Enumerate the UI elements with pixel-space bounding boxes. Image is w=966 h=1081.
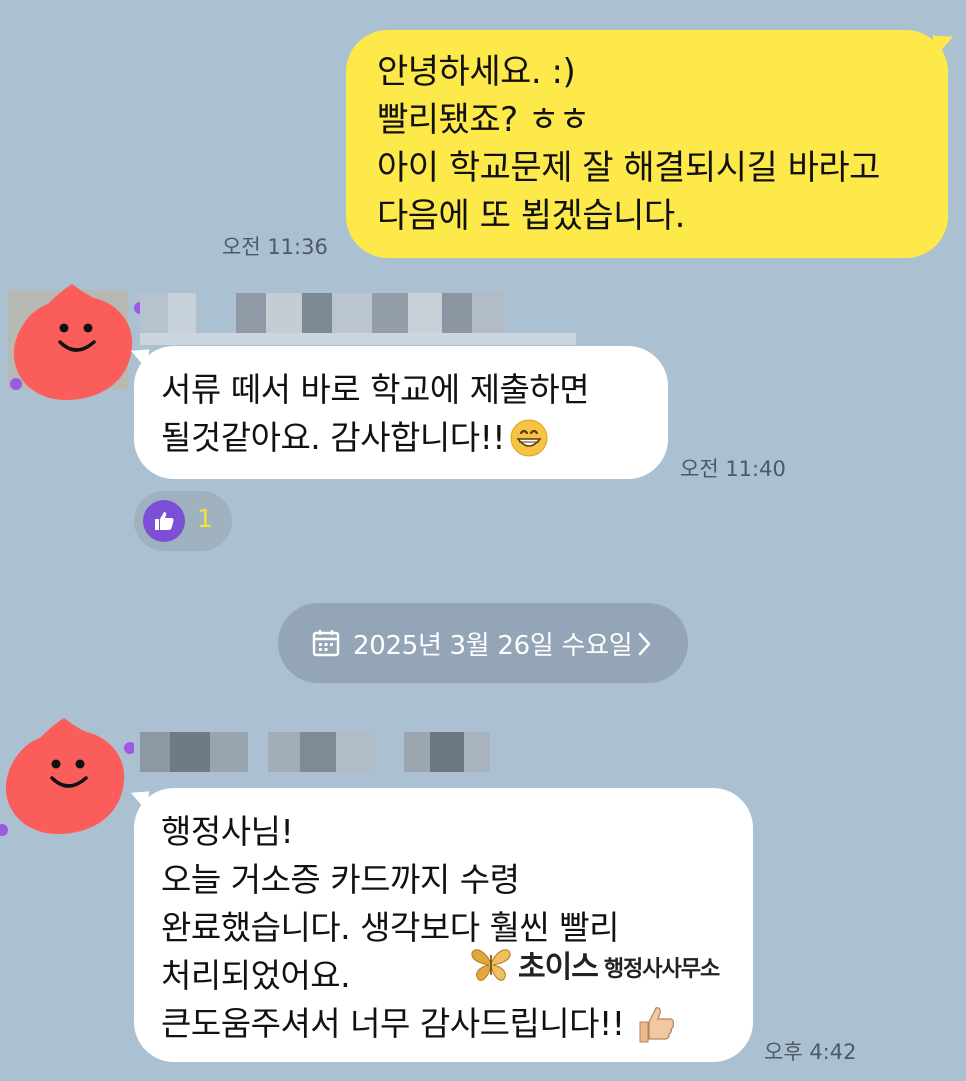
message-text-line: 행정사님! [161, 812, 294, 851]
thumbs-up-icon [143, 500, 185, 542]
watermark: 초이스 행정사사무소 [470, 942, 720, 986]
message-text-line: 큰도움주셔서 너무 감사드립니다!! [161, 1000, 753, 1048]
date-divider-chip[interactable]: 2025년 3월 26일 수요일 [278, 603, 688, 683]
message-text-line: 될것같아요. 감사합니다!! [161, 414, 668, 462]
sender-name-blurred [140, 732, 490, 772]
reaction-pill[interactable]: 1 [134, 491, 232, 551]
incoming-message-bubble[interactable]: 서류 떼서 바로 학교에 제출하면 될것같아요. 감사합니다!! [134, 346, 668, 479]
message-text: 큰도움주셔서 너무 감사드립니다!! [161, 1004, 625, 1043]
message-text-line: 안녕하세요. :) [377, 52, 576, 92]
avatar-character-icon [0, 718, 136, 836]
grinning-face-emoji-icon [510, 419, 548, 457]
message-text: 될것같아요. 감사합니다!! [161, 418, 506, 457]
watermark-office: 행정사사무소 [603, 956, 720, 982]
outgoing-message-bubble[interactable]: 안녕하세요. :) 빨리됐죠? ㅎㅎ 아이 학교문제 잘 해결되시길 바라고 다… [346, 30, 948, 258]
chevron-right-icon [638, 632, 651, 656]
message-text-line: 오늘 거소증 카드까지 수령 [161, 860, 520, 899]
message-text-line: 다음에 또 뵙겠습니다. [377, 196, 685, 236]
calendar-icon [312, 630, 340, 657]
incoming-message-bubble[interactable]: 행정사님! 오늘 거소증 카드까지 수령 완료했습니다. 생각보다 훨씬 빨리 … [134, 788, 753, 1062]
message-text-line: 서류 떼서 바로 학교에 제출하면 [161, 370, 590, 409]
butterfly-logo-icon [471, 949, 511, 981]
watermark-brand: 초이스 [518, 950, 599, 985]
date-divider-label: 2025년 3월 26일 수요일 [353, 631, 633, 661]
avatar-character-icon [10, 284, 146, 400]
message-timestamp: 오전 11:40 [680, 457, 786, 481]
avatar[interactable] [0, 708, 136, 848]
message-text-line: 빨리됐죠? ㅎㅎ [377, 100, 590, 140]
thumbs-up-emoji-icon [639, 1007, 675, 1043]
sender-name-blur-strip [140, 333, 576, 345]
avatar[interactable] [2, 268, 146, 408]
message-text-line: 아이 학교문제 잘 해결되시길 바라고 [377, 148, 880, 188]
message-timestamp: 오전 11:36 [222, 235, 328, 259]
sender-name-blurred [140, 293, 504, 333]
message-timestamp: 오후 4:42 [764, 1040, 857, 1064]
reaction-count: 1 [197, 504, 213, 533]
